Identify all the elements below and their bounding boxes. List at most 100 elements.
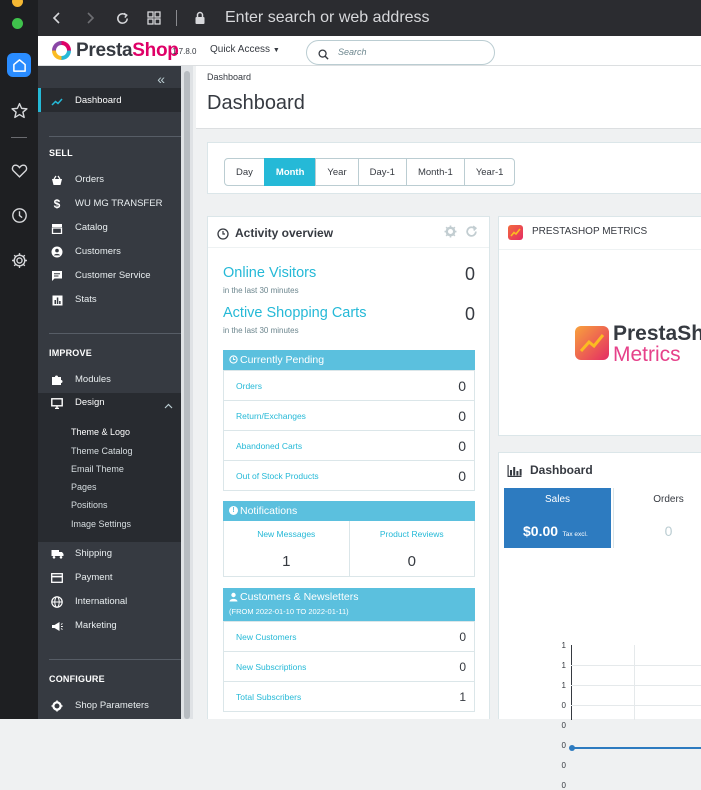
sidebar-item-wu-mg-transfer[interactable]: $ WU MG TRANSFER — [38, 194, 181, 214]
sales-tax-label: Tax excl. — [562, 531, 588, 538]
bar-chart-icon — [507, 464, 522, 482]
forward-icon[interactable] — [80, 8, 100, 28]
customers-newsletters-title: Customers & Newsletters — [240, 591, 359, 603]
admin-search-input[interactable]: Search — [306, 40, 495, 65]
breadcrumb[interactable]: Dashboard — [207, 72, 251, 82]
reload-icon[interactable] — [112, 8, 132, 28]
toolbar-separator — [176, 10, 177, 26]
refresh-icon[interactable] — [465, 225, 478, 243]
submenu-item-theme-catalog[interactable]: Theme Catalog — [71, 446, 133, 456]
clock-icon — [217, 227, 229, 245]
sidebar-item-label: Modules — [75, 374, 111, 385]
total-subscribers-link[interactable]: Total Subscribers — [236, 692, 301, 702]
y-tick-label: 1 — [561, 661, 566, 670]
sales-tab[interactable]: Sales $0.00 Tax excl. — [504, 488, 611, 548]
info-circle-icon: ! — [229, 506, 238, 515]
address-field[interactable]: Enter search or web address — [225, 9, 430, 27]
pending-returns-link[interactable]: Return/Exchanges — [236, 411, 306, 421]
sidebar-item-customers[interactable]: Customers — [38, 242, 181, 262]
window-minimize-dot[interactable] — [12, 0, 23, 7]
back-icon[interactable] — [47, 8, 67, 28]
sidebar-item-label: Design — [75, 397, 105, 408]
sidebar-item-modules[interactable]: Modules — [38, 370, 181, 390]
submenu-item-email-theme[interactable]: Email Theme — [71, 464, 124, 474]
list-item: Abandoned Carts 0 — [223, 430, 474, 460]
period-month-minus-1-button[interactable]: Month-1 — [405, 158, 465, 186]
period-year-button[interactable]: Year — [315, 158, 359, 186]
browser-toolbar: Enter search or web address — [38, 0, 701, 36]
sidebar-item-label: Customers — [75, 246, 121, 257]
submenu-item-image-settings[interactable]: Image Settings — [71, 519, 131, 529]
sidebar-item-marketing[interactable]: Marketing — [38, 616, 181, 636]
sidebar-item-payment[interactable]: Payment — [38, 568, 181, 588]
product-reviews-link[interactable]: Product Reviews — [350, 529, 475, 539]
period-day-button[interactable]: Day — [224, 158, 265, 186]
heart-icon[interactable] — [7, 158, 31, 182]
pending-abandoned-carts-value: 0 — [458, 438, 466, 454]
sidebar-item-label: WU MG TRANSFER — [75, 198, 163, 209]
star-icon[interactable] — [7, 98, 31, 122]
submenu-item-positions[interactable]: Positions — [71, 500, 108, 510]
sidebar-item-international[interactable]: International — [38, 592, 181, 612]
section-title-sell: SELL — [49, 148, 73, 158]
sidebar-item-design[interactable]: Design — [38, 393, 181, 413]
prestashop-logo-text[interactable]: PrestaShop — [76, 40, 179, 62]
pending-out-of-stock-link[interactable]: Out of Stock Products — [236, 471, 319, 481]
sidebar-item-label: Dashboard — [75, 95, 122, 106]
new-subscriptions-link[interactable]: New Subscriptions — [236, 662, 306, 672]
chart-plot-area: 1 1 1 0 0 0 0 0 — [499, 553, 701, 790]
pending-orders-value: 0 — [458, 378, 466, 394]
quick-access-dropdown[interactable]: Quick Access ▼ — [210, 44, 280, 55]
metrics-logo-icon — [508, 225, 523, 240]
orders-tab[interactable]: Orders 0 — [613, 488, 701, 548]
new-messages-cell: New Messages 1 — [224, 521, 349, 576]
window-zoom-dot[interactable] — [12, 18, 23, 29]
sidebar-item-shop-parameters[interactable]: Shop Parameters — [38, 696, 181, 716]
prestashop-logo-icon[interactable] — [52, 41, 71, 60]
admin-sidebar: « Dashboard SELL Orders $ WU MG TRANSFER… — [38, 66, 181, 719]
sales-series-point[interactable] — [569, 745, 575, 751]
configure-gear-icon[interactable] — [444, 225, 457, 243]
orders-label: Orders — [653, 494, 684, 505]
sidebar-item-shipping[interactable]: Shipping — [38, 544, 181, 564]
sidebar-item-label: Shop Parameters — [75, 700, 149, 711]
online-visitors-link[interactable]: Online Visitors — [223, 265, 316, 281]
sidebar-divider — [49, 136, 181, 137]
active-carts-link[interactable]: Active Shopping Carts — [223, 305, 366, 321]
submenu-item-pages[interactable]: Pages — [71, 482, 97, 492]
submenu-item-theme-logo[interactable]: Theme & Logo — [71, 427, 130, 437]
new-customers-link[interactable]: New Customers — [236, 632, 296, 642]
currently-pending-title: Currently Pending — [240, 354, 325, 366]
tab-grid-icon[interactable] — [144, 8, 164, 28]
y-tick-label: 0 — [561, 781, 566, 790]
sidebar-divider — [49, 333, 181, 334]
pending-orders-link[interactable]: Orders — [236, 381, 262, 391]
period-year-minus-1-button[interactable]: Year-1 — [463, 158, 516, 186]
scrollbar-thumb[interactable] — [184, 71, 190, 719]
sidebar-scrollbar[interactable] — [181, 66, 193, 719]
collapse-sidebar-icon[interactable]: « — [157, 71, 165, 87]
product-reviews-cell: Product Reviews 0 — [348, 521, 475, 576]
period-selector-card: Day Month Year Day-1 Month-1 Year-1 — [207, 142, 701, 194]
sidebar-item-label: Stats — [75, 294, 97, 305]
sales-label: Sales — [544, 494, 570, 505]
clock-icon[interactable] — [7, 203, 31, 227]
new-messages-value: 1 — [282, 553, 291, 570]
settings-gear-icon[interactable] — [7, 248, 31, 272]
currently-pending-header: Currently Pending — [223, 350, 475, 370]
y-tick-label: 0 — [561, 721, 566, 730]
store-icon — [50, 221, 64, 235]
sidebar-item-dashboard[interactable]: Dashboard — [38, 88, 181, 112]
new-messages-link[interactable]: New Messages — [224, 529, 349, 539]
page-title: Dashboard — [207, 92, 305, 114]
home-icon[interactable] — [7, 53, 31, 77]
metrics-title: PRESTASHOP METRICS — [532, 226, 648, 237]
period-day-minus-1-button[interactable]: Day-1 — [357, 158, 407, 186]
sidebar-item-catalog[interactable]: Catalog — [38, 218, 181, 238]
sidebar-item-orders[interactable]: Orders — [38, 170, 181, 190]
period-month-button[interactable]: Month — [263, 158, 317, 186]
sidebar-item-customer-service[interactable]: Customer Service — [38, 266, 181, 286]
sidebar-item-stats[interactable]: Stats — [38, 290, 181, 310]
pending-abandoned-carts-link[interactable]: Abandoned Carts — [236, 441, 302, 451]
sidebar-item-label: International — [75, 596, 128, 607]
